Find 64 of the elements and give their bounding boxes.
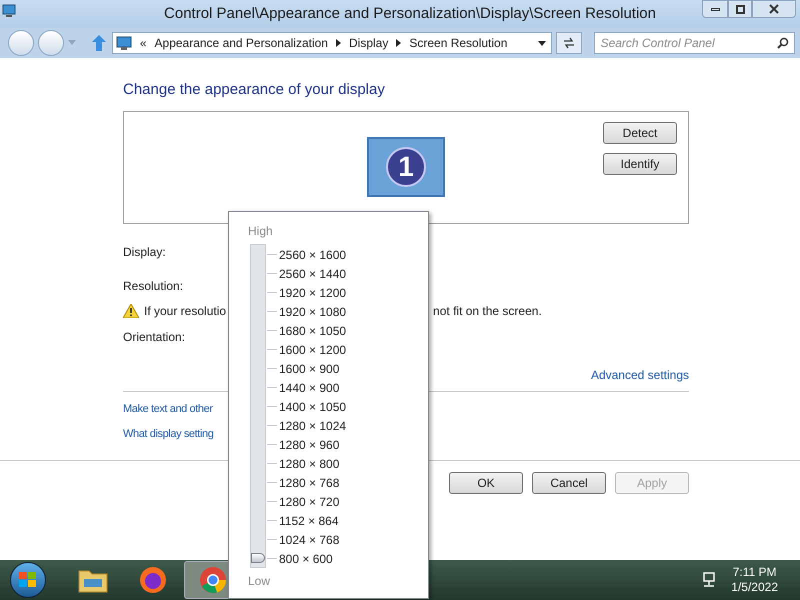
resolution-option[interactable]: 1152 × 864	[279, 512, 339, 530]
preview-button[interactable]: Detect	[603, 122, 677, 144]
control-panel-icon	[116, 36, 132, 50]
dialog-button[interactable]: Cancel	[532, 472, 606, 494]
help-link[interactable]: What display setting	[123, 426, 214, 442]
resolution-option[interactable]: 2560 × 1440	[279, 264, 346, 282]
resolution-option[interactable]: 1920 × 1080	[279, 302, 346, 320]
breadcrumb-item[interactable]: Appearance and Personalization	[154, 34, 328, 52]
help-link[interactable]: Make text and other	[123, 401, 213, 417]
clock-time: 7:11 PM	[732, 565, 777, 580]
resolution-option[interactable]: 1400 × 1050	[279, 398, 346, 416]
address-field[interactable]: « Appearance and Personalization Display Screen Resolution	[112, 32, 552, 54]
refresh-button[interactable]	[556, 32, 582, 54]
advanced-settings-link[interactable]: Advanced settings	[590, 367, 689, 383]
preview-button[interactable]: Identify	[603, 153, 677, 175]
resolution-option[interactable]: 1920 × 1200	[279, 284, 346, 302]
clock-date: 1/5/2022	[731, 580, 778, 595]
slider-thumb[interactable]	[251, 553, 265, 563]
close-icon	[769, 4, 779, 14]
breadcrumb-item[interactable]: Screen Resolution	[409, 34, 508, 52]
monitor-number: 1	[386, 147, 426, 187]
minimize-button[interactable]	[702, 0, 728, 18]
close-button[interactable]	[752, 0, 796, 18]
search-icon	[777, 37, 790, 49]
monitor-thumbnail[interactable]: 1	[367, 137, 445, 197]
refresh-arrows-icon	[562, 37, 576, 49]
dialog-button[interactable]: OK	[449, 472, 523, 494]
monitor-icon	[2, 4, 16, 18]
dropdown-caret-icon[interactable]	[538, 40, 546, 46]
field-label: Orientation:	[123, 329, 186, 345]
low-label: Low	[248, 573, 270, 590]
resolution-option[interactable]: 1024 × 768	[279, 530, 340, 548]
resolution-option[interactable]: 1440 × 900	[279, 378, 340, 396]
start-button[interactable]	[10, 562, 46, 598]
high-label: High	[248, 223, 273, 240]
slider-track[interactable]	[250, 244, 266, 568]
network-icon[interactable]	[701, 572, 718, 588]
windows-logo-icon	[19, 572, 37, 588]
breadcrumb-arrow-icon[interactable]	[396, 39, 402, 47]
resolution-option[interactable]: 1600 × 1200	[279, 340, 346, 358]
resolution-option[interactable]: 2560 × 1600	[279, 246, 346, 264]
overflow-chevron[interactable]: «	[140, 34, 147, 52]
search-field[interactable]: Search Control Panel	[594, 32, 796, 54]
resolution-option[interactable]: 1280 × 1024	[279, 416, 346, 434]
breadcrumb-item[interactable]: Display	[348, 34, 388, 52]
resolution-option[interactable]: 1280 × 960	[279, 436, 340, 454]
clock[interactable]: 7:11 PM 1/5/2022	[731, 565, 778, 595]
breadcrumb-arrow-icon[interactable]	[336, 39, 341, 47]
dropdown-caret-icon	[68, 40, 76, 46]
resolution-option[interactable]: 1280 × 800	[279, 454, 340, 472]
restore-button[interactable]	[728, 0, 752, 18]
resolution-option[interactable]: 1600 × 900	[279, 360, 340, 378]
browser-circle-icon	[198, 565, 228, 595]
warning-text: If your resolutio	[144, 303, 226, 320]
resolution-option[interactable]: 800 × 600	[279, 550, 333, 568]
field-label: Display:	[123, 244, 166, 260]
resolution-option[interactable]: 1680 × 1050	[279, 322, 346, 340]
page-heading: Change the appearance of your display	[123, 80, 386, 100]
warning-icon	[123, 304, 139, 318]
resolution-option[interactable]: 1280 × 720	[279, 492, 340, 510]
window-title: Control Panel\Appearance and Personalization\Display\Screen Resolution	[163, 4, 656, 24]
resolution-option[interactable]: 1280 × 768	[279, 474, 340, 492]
warning-text: not fit on the screen.	[433, 303, 542, 320]
field-label: Resolution:	[123, 278, 184, 294]
